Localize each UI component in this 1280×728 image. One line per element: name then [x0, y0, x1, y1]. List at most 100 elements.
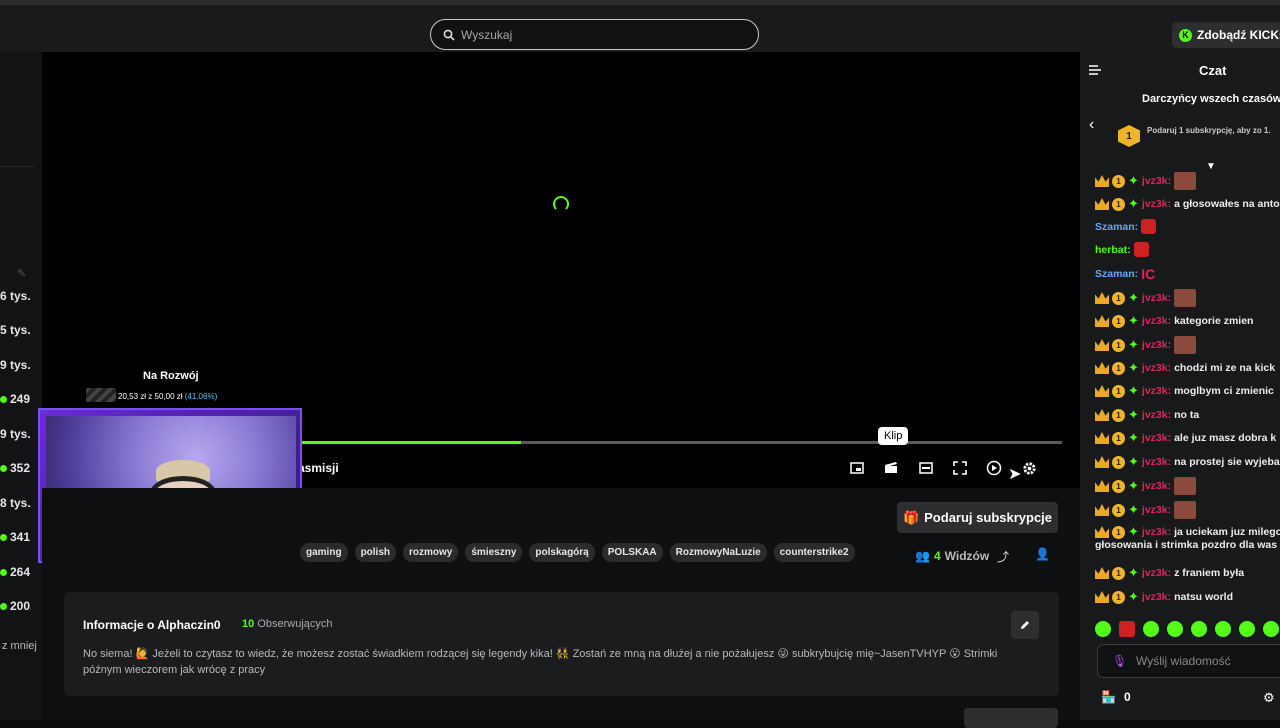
chat-username[interactable]: jvz3k: [1142, 385, 1171, 397]
emote-icon[interactable] [1119, 621, 1135, 637]
angry-emote-icon [1141, 219, 1157, 234]
sidebar-stat[interactable]: 200 [0, 599, 30, 613]
tag-list: gaming polish rozmowy śmieszny polskagór… [300, 543, 855, 562]
chat-username[interactable]: jvz3k: [1142, 456, 1171, 468]
chat-username[interactable]: jvz3k: [1142, 409, 1171, 421]
rank-badge-icon: 1 [1118, 125, 1140, 147]
get-kicks-button[interactable]: K Zdobądź KICKs [1172, 22, 1280, 48]
tag[interactable]: counterstrike2 [773, 543, 855, 562]
chevron-left-icon[interactable]: ‹ [1089, 116, 1094, 134]
clip-icon[interactable] [881, 459, 901, 477]
tag[interactable]: rozmowy [403, 543, 459, 562]
about-panel: Informacje o Alphaczin0 10 Obserwujących… [64, 592, 1059, 696]
sidebar-stat[interactable]: 352 [0, 461, 30, 475]
chat-username[interactable]: jvz3k: [1142, 292, 1171, 304]
tag[interactable]: gaming [300, 543, 348, 562]
pencil-icon [1021, 621, 1029, 629]
store-count: 0 [1123, 690, 1131, 704]
emote-icon [1174, 477, 1197, 495]
sidebar-stat[interactable]: 9 tys. [0, 427, 31, 441]
pinned-expand-icon[interactable]: ▼ [1206, 161, 1216, 172]
sidebar-show-less[interactable]: z mniej [2, 640, 37, 652]
progress-bar[interactable] [300, 441, 1062, 444]
sidebar-stat[interactable]: 264 [0, 565, 30, 579]
emote-icon[interactable] [1167, 621, 1183, 637]
tag[interactable]: POLSKAA [601, 543, 663, 562]
donate-hint: Podaruj 1 subskrypcję, aby zo 1. [1147, 126, 1271, 135]
sub-badge-icon: 1 [1112, 479, 1125, 493]
chat-settings-icon[interactable]: ⚙ [1263, 690, 1275, 706]
fullscreen-icon[interactable] [950, 459, 970, 477]
chat-username[interactable]: jvz3k: [1142, 526, 1171, 538]
chat-input-box[interactable]: 🎙 [1097, 644, 1280, 678]
sidebar-stat[interactable]: 8 tys. [0, 496, 31, 510]
loading-spinner-icon [553, 196, 569, 212]
settings-icon[interactable] [1019, 459, 1039, 477]
verified-badge-icon: ✦ [1128, 173, 1139, 188]
chat-username[interactable]: jvz3k: [1142, 315, 1171, 327]
emote-icon[interactable] [1239, 621, 1255, 637]
sidebar-stat[interactable]: 6 tys. [0, 289, 31, 303]
sidebar-divider [0, 166, 34, 167]
chat-username[interactable]: jvz3k: [1142, 504, 1171, 516]
emote-icon[interactable] [1263, 621, 1279, 637]
speed-icon[interactable] [984, 459, 1004, 477]
about-followers: 10 Obserwujących [242, 618, 333, 630]
sub-badge-icon: 1 [1112, 197, 1125, 211]
emote-icon[interactable] [1215, 621, 1231, 637]
chat-username[interactable]: jvz3k: [1142, 432, 1171, 444]
hidden-eye-icon[interactable]: ✎ [17, 267, 26, 280]
kicks-icon: K [1179, 28, 1192, 42]
chat-panel: Czat Darczyńcy wszech czasów ‹ 1 Podaruj… [1080, 52, 1280, 720]
progress-fill [300, 441, 521, 444]
chat-username[interactable]: Szaman: [1095, 268, 1138, 280]
chat-username[interactable]: jvz3k: [1142, 362, 1171, 374]
chat-username[interactable]: jvz3k: [1142, 175, 1171, 187]
chat-message: 1 ✦ jvz3k: [1095, 501, 1197, 519]
microphone-icon[interactable]: 🎙 [1112, 654, 1127, 668]
chat-username[interactable]: herbat: [1095, 244, 1131, 256]
sidebar-stat[interactable]: 341 [0, 530, 30, 544]
edit-about-button[interactable] [1011, 611, 1039, 639]
chat-text: a głosowałes na anto [1174, 198, 1280, 210]
mini-player-icon[interactable] [847, 459, 867, 477]
verified-badge-icon: ✦ [1128, 524, 1139, 539]
emote-icon[interactable] [1191, 621, 1207, 637]
chat-username[interactable]: jvz3k: [1142, 591, 1171, 603]
bottom-action-button[interactable] [964, 708, 1058, 728]
crown-badge-icon [1095, 591, 1109, 603]
share-icon[interactable]: ⤴ [997, 548, 1009, 565]
chat-message: 1 ✦ jvz3k: moglbym ci zmienic [1095, 383, 1274, 399]
chat-input[interactable] [1136, 654, 1276, 668]
chat-username[interactable]: Szaman: [1095, 221, 1138, 233]
emote-icon[interactable] [1095, 621, 1111, 637]
chat-username[interactable]: jvz3k: [1142, 567, 1171, 579]
follow-user-icon[interactable]: 👤 [1035, 547, 1050, 561]
tag[interactable]: śmieszny [465, 543, 523, 562]
sidebar-stat[interactable]: 5 tys. [0, 323, 31, 337]
crown-badge-icon [1095, 339, 1109, 351]
gift-subscription-button[interactable]: 🎁 Podaruj subskrypcje [897, 502, 1058, 533]
emote-icon[interactable] [1143, 621, 1159, 637]
sub-badge-icon: 1 [1112, 291, 1125, 305]
collapse-chat-icon[interactable] [1088, 63, 1102, 81]
search-input[interactable] [461, 27, 741, 42]
chat-username[interactable]: jvz3k: [1142, 480, 1171, 492]
tag[interactable]: polskagórą [529, 543, 595, 562]
chat-username[interactable]: jvz3k: [1142, 198, 1171, 210]
get-kicks-label: Zdobądź KICKs [1197, 28, 1280, 42]
store-button[interactable]: 🏪 0 [1101, 690, 1131, 704]
chat-username[interactable]: jvz3k: [1142, 339, 1171, 351]
crown-badge-icon [1095, 432, 1109, 444]
tag[interactable]: RozmowyNaLuzie [669, 543, 767, 562]
chat-text: na prostej sie wyjeba [1174, 456, 1280, 468]
chat-message: 1 ✦ jvz3k: na prostej sie wyjeba [1095, 454, 1280, 470]
sidebar-stat[interactable]: 9 tys. [0, 358, 31, 372]
chat-message: 1 ✦ jvz3k: chodzi mi ze na kick [1095, 360, 1275, 376]
verified-badge-icon: ✦ [1128, 313, 1139, 328]
theater-icon[interactable] [916, 459, 936, 477]
chat-message: herbat: [1095, 242, 1149, 257]
search-box[interactable] [430, 19, 759, 50]
sidebar-stat[interactable]: 249 [0, 392, 30, 406]
tag[interactable]: polish [354, 543, 397, 562]
